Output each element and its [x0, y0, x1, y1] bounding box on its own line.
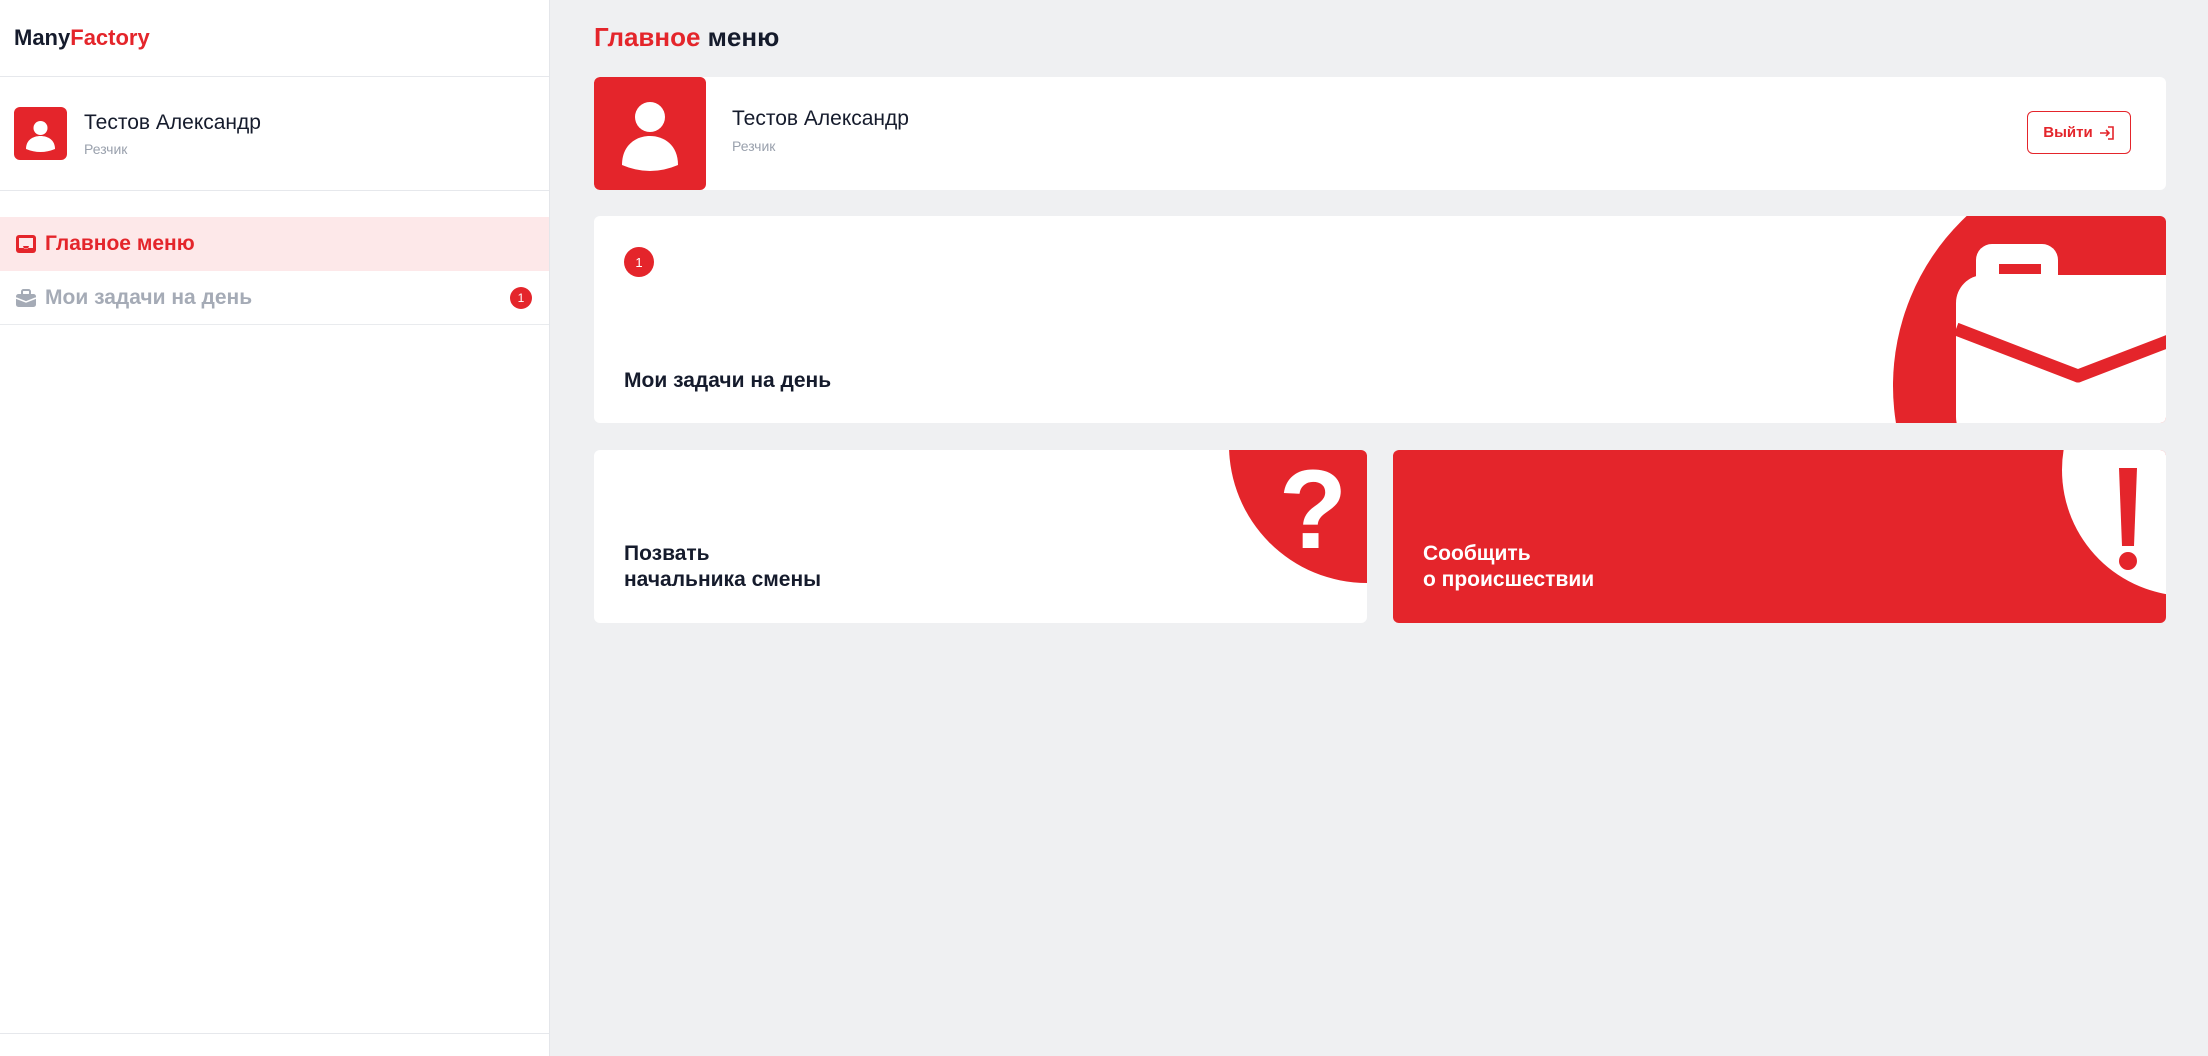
profile-role: Резчик	[732, 138, 776, 154]
sidebar-footer-divider	[0, 1033, 549, 1034]
sidebar-user-name: Тестов Александр	[84, 110, 261, 134]
tasks-count-badge: 1	[624, 247, 654, 277]
question-icon: ?	[1229, 450, 1367, 583]
sidebar-item-label: Главное меню	[45, 232, 195, 255]
profile-card: Тестов Александр Резчик Выйти	[594, 77, 2166, 190]
svg-text:?: ?	[1279, 450, 1347, 572]
report-incident-card-title: Сообщить о происшествии	[1423, 541, 1594, 593]
call-supervisor-line1: Позвать	[624, 542, 710, 565]
daily-tasks-card[interactable]: 1 Мои задачи на день	[594, 216, 2166, 423]
exclamation-icon	[2062, 450, 2166, 595]
sidebar-item-main-menu[interactable]: Главное меню	[0, 217, 549, 271]
call-supervisor-card-title: Позвать начальника смены	[624, 541, 821, 593]
sidebar-user-role: Резчик	[84, 140, 128, 157]
user-icon	[26, 121, 55, 152]
sidebar-nav: Главное меню Мои задачи на день 1	[0, 217, 549, 325]
logout-button[interactable]: Выйти	[2027, 111, 2131, 154]
sidebar-item-label: Мои задачи на день	[45, 285, 253, 309]
sign-in-icon	[2099, 125, 2114, 140]
inbox-icon	[15, 233, 37, 255]
logout-label: Выйти	[2043, 124, 2093, 141]
profile-name: Тестов Александр	[732, 107, 909, 130]
profile-info: Тестов Александр Резчик	[732, 107, 909, 154]
page-title-accent: Главное	[594, 22, 701, 52]
brand-name-part2: Factory	[70, 25, 150, 50]
sidebar: Many Factory Тестов Александр Резчик Глав…	[0, 0, 550, 1056]
avatar	[594, 77, 706, 190]
avatar	[14, 107, 67, 160]
daily-tasks-card-title: Мои задачи на день	[624, 369, 832, 392]
page-title-rest: меню	[700, 22, 780, 52]
call-supervisor-card[interactable]: Позвать начальника смены ?	[594, 450, 1367, 623]
page-title: Главное меню	[594, 22, 779, 53]
sidebar-user-info: Тестов Александр Резчик	[84, 111, 261, 157]
report-incident-card[interactable]: Сообщить о происшествии	[1393, 450, 2166, 623]
sidebar-user: Тестов Александр Резчик	[0, 77, 549, 191]
user-icon	[622, 102, 678, 171]
brand-name-part1: Many	[14, 25, 71, 50]
briefcase-icon	[1893, 216, 2166, 423]
brand-logo[interactable]: Many Factory	[0, 0, 549, 77]
report-incident-line2: о происшествии	[1423, 568, 1595, 591]
briefcase-icon	[15, 287, 37, 309]
sidebar-item-daily-tasks[interactable]: Мои задачи на день 1	[0, 271, 549, 325]
sidebar-item-badge: 1	[510, 287, 532, 309]
call-supervisor-line2: начальника смены	[624, 568, 822, 591]
report-incident-line1: Сообщить	[1423, 542, 1531, 565]
